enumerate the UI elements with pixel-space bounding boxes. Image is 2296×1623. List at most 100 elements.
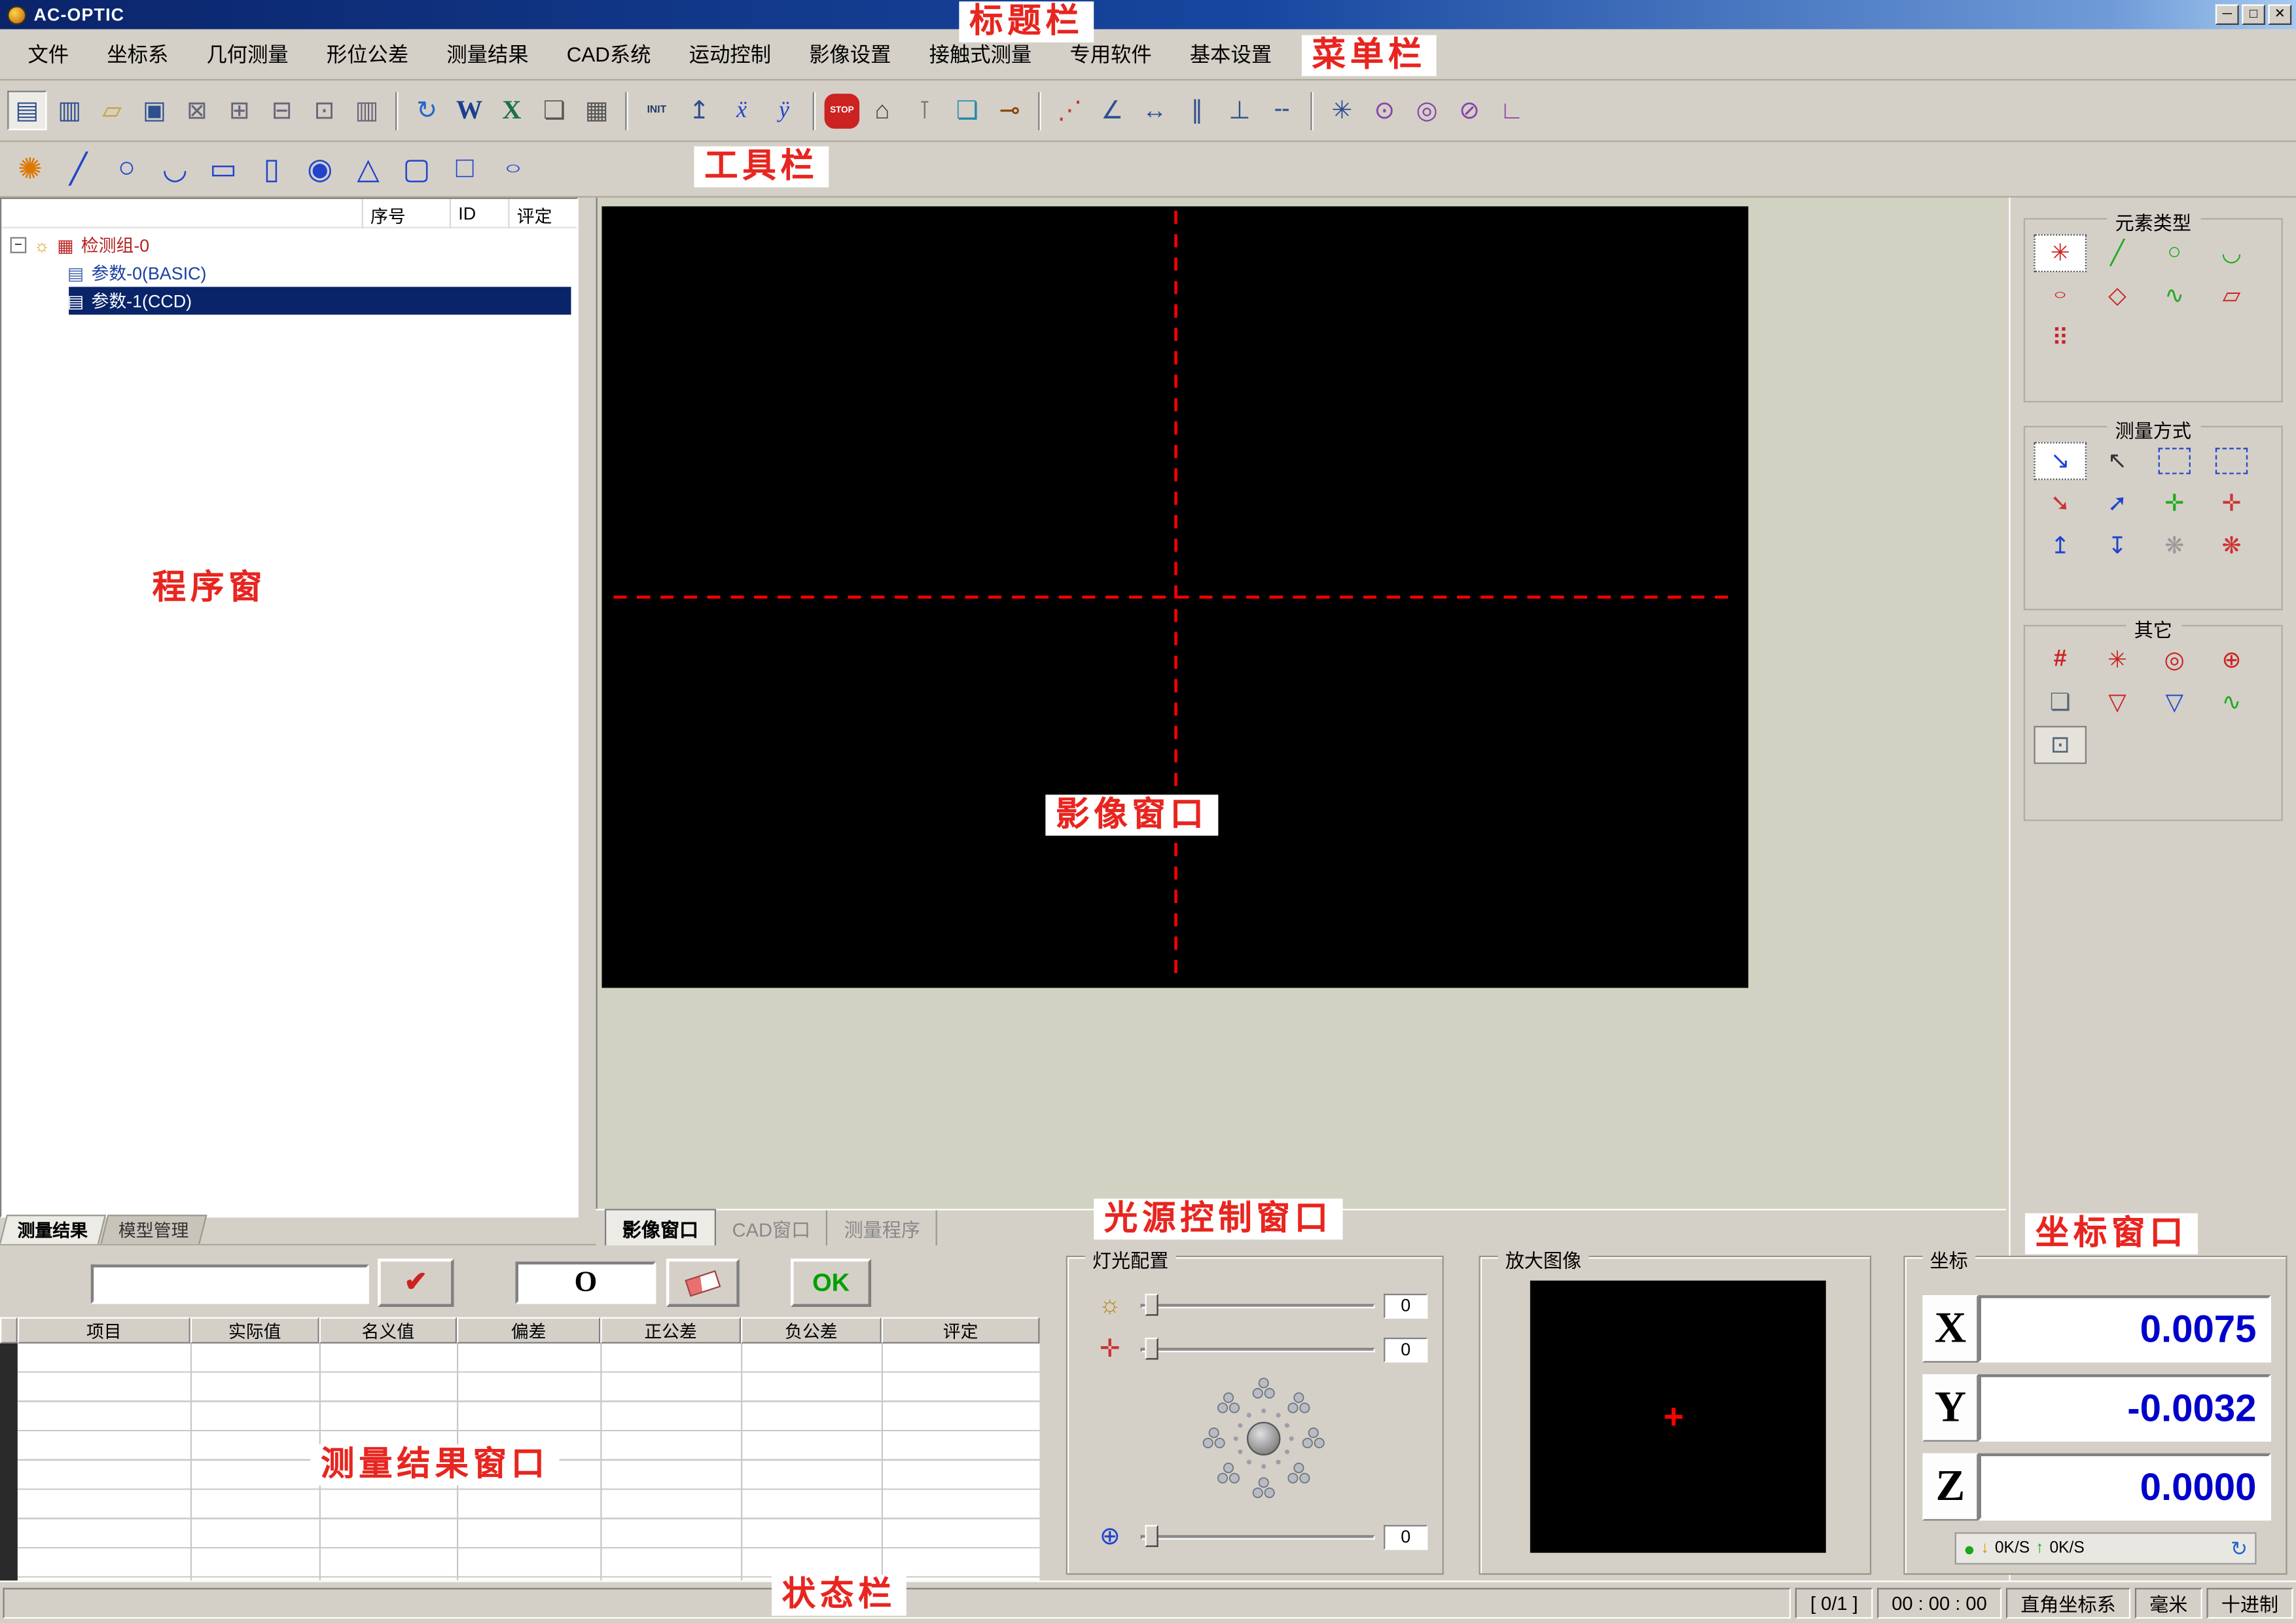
elem-ellipse-icon[interactable]: ○ [2034,284,2087,307]
measure-dashline-icon[interactable]: ╌ [1262,91,1301,130]
camera-image[interactable] [601,206,1748,988]
meas-arrow-down-icon[interactable]: ↧ [2091,527,2144,565]
report-view-icon[interactable]: ❏ [947,91,986,130]
x-coordinate-icon[interactable]: ẍ [722,91,761,130]
surface-light-slider[interactable] [1141,1291,1375,1320]
menu-form-tolerance[interactable]: 形位公差 [308,33,427,75]
geo-point-icon[interactable]: ✺ [7,148,52,190]
meas-arrow-up-icon[interactable]: ↥ [2034,527,2087,565]
axis-y-label[interactable]: Y [1922,1374,1978,1442]
elem-line-icon[interactable]: ╱ [2091,234,2144,272]
measure-distance-icon[interactable]: ↔ [1135,91,1174,130]
magnified-image[interactable]: + [1530,1281,1826,1553]
menu-file[interactable]: 文件 [9,33,88,75]
geo-rect-icon[interactable]: □ [442,148,488,190]
refresh-icon[interactable]: ↻ [2231,1536,2248,1561]
erase-button[interactable] [666,1258,740,1307]
meas-boxmove-icon[interactable] [2215,448,2248,474]
measure-perpendicular-icon[interactable]: ⊥ [1220,91,1259,130]
construct-tangent-icon[interactable]: ⊙ [1365,91,1404,130]
meas-cross-green-icon[interactable]: ✛ [2148,484,2201,522]
geo-sphere-icon[interactable]: ◉ [297,148,342,190]
construct-perpfoot-icon[interactable]: ∟ [1492,91,1532,130]
geo-plane-icon[interactable]: ▭ [200,148,245,190]
geo-circle-icon[interactable]: ○ [104,148,149,190]
word-export-icon[interactable]: W [450,91,489,130]
meas-point-up-icon[interactable]: ➚ [2091,484,2144,522]
menu-image-settings[interactable]: 影像设置 [790,33,910,75]
menu-measure-results[interactable]: 测量结果 [427,33,547,75]
program-open-icon[interactable]: ▥ [50,91,89,130]
status-coordsys[interactable]: 直角坐标系 [2006,1587,2130,1618]
ring-light-icon[interactable] [1191,1374,1337,1503]
menu-motion-control[interactable]: 运动控制 [670,33,790,75]
meas-auto-red-icon[interactable]: ❋ [2205,527,2258,565]
elem-plane-icon[interactable]: ▱ [2205,277,2258,315]
tab-image-window[interactable]: 影像窗口 [605,1208,716,1247]
measure-parallel-icon[interactable]: ∥ [1177,91,1217,130]
copy-pages-icon[interactable]: ▥ [347,91,386,130]
elem-polygon-icon[interactable]: ◇ [2091,277,2144,315]
axis-z-label[interactable]: Z [1922,1454,1978,1521]
other-report-icon[interactable]: ❏ [2034,683,2087,721]
elem-circle-icon[interactable]: ○ [2148,234,2201,272]
geo-line-icon[interactable]: ╱ [56,148,101,190]
elem-arc-icon[interactable]: ◡ [2205,234,2258,272]
maximize-button[interactable]: □ [2242,5,2265,25]
other-star-icon[interactable]: ✳ [2091,641,2144,679]
status-unit[interactable]: 毫米 [2135,1587,2202,1618]
print-preview-icon[interactable]: ❏ [535,91,574,130]
tab-cad-window[interactable]: CAD窗口 [716,1209,828,1246]
init-machine-icon[interactable]: INIT [637,91,676,130]
meas-boxselect-icon[interactable] [2159,448,2191,474]
window-paste-icon[interactable]: ⊟ [262,91,301,130]
geo-ellipse-icon[interactable]: ○ [490,156,535,182]
confirm-button[interactable]: ✔ [378,1258,454,1307]
geo-slot-icon[interactable]: ▢ [394,148,439,190]
probe-icon[interactable]: ⊸ [990,91,1029,130]
program-new-icon[interactable]: ▤ [7,91,46,130]
construct-point-icon[interactable]: ✳ [1322,91,1361,130]
meas-cursor-icon[interactable]: ↖ [2091,442,2144,480]
machine-control-icon[interactable]: ⊺ [905,91,944,130]
other-sort-blue-icon[interactable]: ▽ [2148,683,2201,721]
tree-expand-icon[interactable]: − [10,237,27,253]
meas-manual-icon[interactable]: ↘ [2034,442,2087,480]
construct-intersect-icon[interactable]: ⊘ [1450,91,1489,130]
close-button[interactable]: ✕ [2268,5,2291,25]
elem-curve-icon[interactable]: ∿ [2148,277,2201,315]
elem-pointcloud-icon[interactable]: ⠿ [2034,319,2087,357]
status-numeral[interactable]: 十进制 [2206,1587,2293,1618]
window-copy-icon[interactable]: ⊞ [220,91,259,130]
minimize-button[interactable]: ─ [2215,5,2239,25]
menu-basic-settings[interactable]: 基本设置 [1171,33,1291,75]
axis-x-label[interactable]: X [1922,1295,1978,1363]
backlight-slider[interactable] [1141,1522,1375,1552]
y-coordinate-icon[interactable]: ÿ [764,91,804,130]
tree-item-group[interactable]: − ☼ ▦ 检测组-0 [1,231,574,259]
construct-circles-icon[interactable]: ◎ [1407,91,1446,130]
geo-arc-icon[interactable]: ◡ [152,148,198,190]
other-concentric-icon[interactable]: ◎ [2148,641,2201,679]
coaxial-light-slider[interactable] [1141,1335,1375,1364]
web-update-icon[interactable]: ↻ [407,91,446,130]
ok-button[interactable]: OK [791,1258,871,1307]
open-file-icon[interactable]: ▱ [92,91,132,130]
measure-points-icon[interactable]: ⋰ [1050,91,1089,130]
other-grid-icon[interactable]: # [2034,641,2087,679]
meas-cross-red-icon[interactable]: ✛ [2205,484,2258,522]
save-as-icon[interactable]: ⊠ [177,91,217,130]
save-file-icon[interactable]: ▣ [135,91,174,130]
menu-coord-system[interactable]: 坐标系 [88,33,187,75]
measure-angle-icon[interactable]: ∠ [1092,91,1132,130]
print-icon[interactable]: ▦ [577,91,616,130]
meas-point-down-icon[interactable]: ➘ [2034,484,2087,522]
other-circleplus-icon[interactable]: ⊕ [2205,641,2258,679]
meas-auto-icon[interactable]: ❋ [2148,527,2201,565]
tab-model-manage[interactable]: 模型管理 [100,1215,207,1244]
home-position-icon[interactable]: ⌂ [863,91,902,130]
menu-geometry-measure[interactable]: 几何测量 [187,33,307,75]
window-cascade-icon[interactable]: ⊡ [304,91,344,130]
geo-cone-icon[interactable]: △ [346,148,391,190]
tab-measure-results[interactable]: 测量结果 [0,1215,106,1244]
